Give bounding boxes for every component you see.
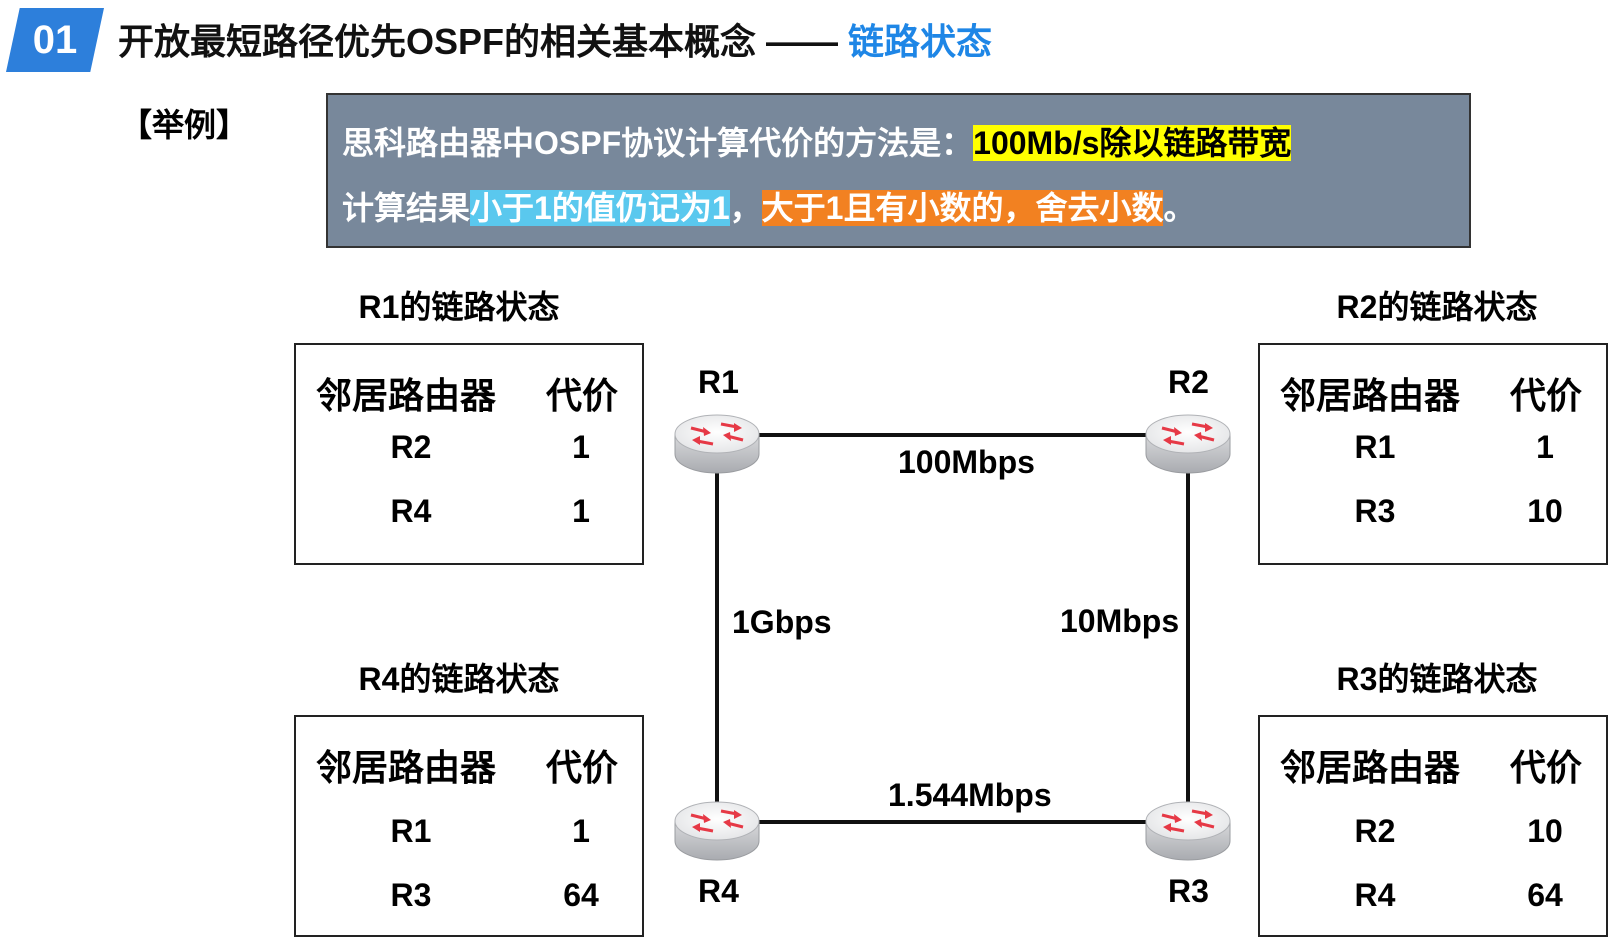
router-icon[interactable]: [673, 413, 761, 475]
router-label-r2: R2: [1168, 364, 1209, 400]
link-label-r1-r4: 1Gbps: [732, 604, 832, 640]
router-icon[interactable]: [1144, 800, 1232, 862]
router-icon[interactable]: [1144, 413, 1232, 475]
link-label-r2-r3: 10Mbps: [1060, 603, 1180, 639]
router-label-r4: R4: [698, 873, 739, 909]
link-label-r1-r2: 100Mbps: [898, 444, 1035, 480]
link-label-r4-r3: 1.544Mbps: [888, 777, 1052, 813]
network-topology: [673, 413, 1232, 862]
router-icon[interactable]: [673, 800, 761, 862]
router-label-r1: R1: [698, 364, 739, 400]
router-label-r3: R3: [1168, 873, 1209, 909]
